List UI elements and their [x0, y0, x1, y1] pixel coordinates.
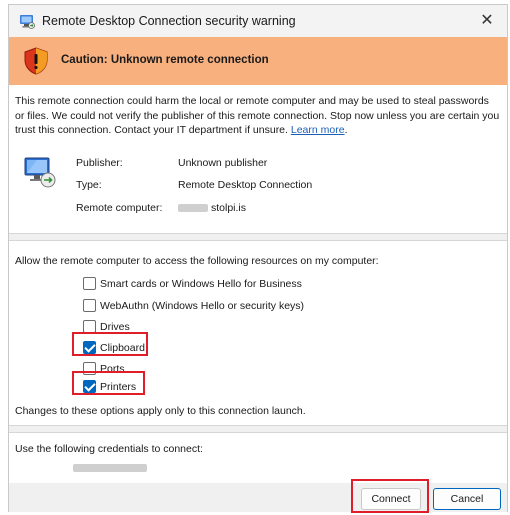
caution-banner: Caution: Unknown remote connection: [9, 37, 507, 85]
redacted-credentials: [73, 464, 147, 472]
publisher-value: Unknown publisher: [178, 157, 268, 169]
close-icon[interactable]: ✕: [467, 5, 507, 37]
cancel-button[interactable]: Cancel: [433, 488, 501, 510]
window-title: Remote Desktop Connection security warni…: [42, 14, 296, 28]
redacted-text: [178, 204, 208, 213]
title-bar: Remote Desktop Connection security warni…: [9, 5, 507, 37]
type-label: Type:: [76, 179, 102, 191]
checkbox-label: Smart cards or Windows Hello for Busines…: [100, 278, 302, 290]
warning-body: This remote connection could harm the lo…: [15, 95, 500, 136]
remote-desktop-icon: [20, 15, 35, 29]
checkbox-smart-cards[interactable]: Smart cards or Windows Hello for Busines…: [83, 276, 302, 293]
remote-computer-value: stolpi.is: [211, 202, 247, 214]
shield-warning-icon: [24, 47, 48, 75]
checkbox-label: WebAuthn (Windows Hello or security keys…: [100, 300, 305, 312]
caution-heading: Caution: Unknown remote connection: [61, 54, 269, 66]
connect-highlight: [351, 479, 429, 513]
divider: [9, 432, 507, 433]
checkbox-webauthn[interactable]: WebAuthn (Windows Hello or security keys…: [83, 298, 305, 315]
type-value: Remote Desktop Connection: [178, 179, 313, 191]
credentials-label: Use the following credentials to connect…: [15, 443, 203, 455]
remote-computer-value-wrap: stolpi.is: [178, 202, 246, 214]
changes-note: Changes to these options apply only to t…: [15, 405, 306, 417]
remote-computer-label: Remote computer:: [76, 202, 163, 214]
printers-highlight: [72, 371, 145, 395]
learn-more-link[interactable]: Learn more: [291, 124, 345, 136]
divider: [9, 240, 507, 241]
remote-computer-icon: [24, 157, 56, 188]
publisher-label: Publisher:: [76, 157, 123, 169]
checkbox-box[interactable]: [83, 298, 96, 312]
resources-intro: Allow the remote computer to access the …: [15, 255, 379, 267]
clipboard-highlight: [72, 332, 148, 356]
checkbox-box[interactable]: [83, 276, 96, 290]
warning-message: This remote connection could harm the lo…: [15, 95, 500, 136]
checkbox-box[interactable]: [83, 319, 96, 333]
security-warning-dialog: Remote Desktop Connection security warni…: [8, 4, 508, 513]
